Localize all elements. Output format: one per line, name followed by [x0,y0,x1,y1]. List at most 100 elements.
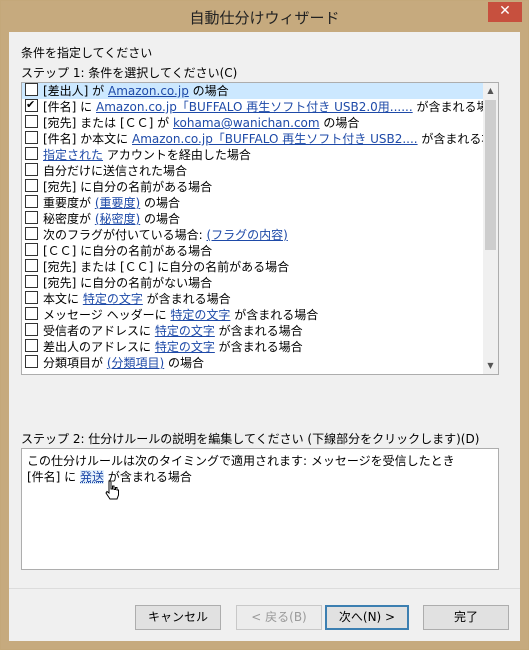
condition-text: [件名] か本文に [43,132,132,146]
condition-link[interactable]: 特定の文字 [170,308,230,322]
condition-item[interactable]: 指定された アカウントを経由した場合 [22,147,483,163]
condition-text: [ＣＣ] に自分の名前がある場合 [43,244,213,258]
description-line-1: この仕分けルールは次のタイミングで適用されます: メッセージを受信したとき [27,454,455,468]
condition-checkbox[interactable] [25,259,38,272]
condition-text: アカウントを経由した場合 [103,148,251,162]
condition-text: [件名] に [43,100,96,114]
condition-checkbox[interactable] [25,307,38,320]
condition-checkbox[interactable] [25,227,38,240]
close-button[interactable]: ✕ [488,2,522,22]
condition-item[interactable]: 分類項目が (分類項目) の場合 [22,355,483,371]
condition-link[interactable]: (分類項目) [107,356,164,370]
conditions-scrollbar[interactable]: ▲ ▼ [483,83,498,374]
condition-item[interactable]: 差出人のアドレスに 特定の文字 が含まれる場合 [22,339,483,355]
condition-link[interactable]: (重要度) [95,196,140,210]
back-button[interactable]: < 戻る(B) [236,605,322,630]
condition-text: 受信者のアドレスに [43,324,155,338]
hand-cursor-icon [105,480,119,500]
scroll-up-icon[interactable]: ▲ [483,83,498,99]
condition-text: が含まれる場合 [214,340,303,354]
condition-text: 差出人のアドレスに [43,340,155,354]
condition-text: が含まれる場合 [142,292,231,306]
condition-checkbox[interactable] [25,97,38,113]
condition-item[interactable]: [宛先] に自分の名前がない場合 [22,275,483,291]
condition-checkbox[interactable] [25,291,38,304]
step1-label: ステップ 1: 条件を選択してください(C) [21,66,238,80]
condition-checkbox[interactable] [25,195,38,208]
scroll-thumb[interactable] [485,100,496,250]
condition-item[interactable]: [宛先] または [ＣＣ] に自分の名前がある場合 [22,259,483,275]
condition-text: [宛先] に自分の名前がある場合 [43,180,213,194]
condition-item[interactable]: 重要度が (重要度) の場合 [22,195,483,211]
condition-item[interactable]: 自分だけに送信された場合 [22,163,483,179]
condition-item[interactable]: 本文に 特定の文字 が含まれる場合 [22,291,483,307]
condition-text: 重要度が [43,196,95,210]
condition-checkbox[interactable] [25,163,38,176]
condition-item[interactable]: メッセージ ヘッダーに 特定の文字 が含まれる場合 [22,307,483,323]
condition-item[interactable]: [ＣＣ] に自分の名前がある場合 [22,243,483,259]
condition-text: 分類項目が [43,356,107,370]
condition-text: [宛先] に自分の名前がない場合 [43,276,213,290]
condition-text: の場合 [140,212,181,226]
condition-checkbox[interactable] [25,147,38,160]
condition-item[interactable]: [件名] か本文に Amazon.co.jp「BUFFALO 再生ソフト付き U… [22,131,498,147]
condition-checkbox[interactable] [25,83,38,96]
condition-checkbox[interactable] [25,275,38,288]
condition-text: の場合 [140,196,181,210]
condition-text: メッセージ ヘッダーに [43,308,171,322]
condition-text: が含まれる場合 [214,324,303,338]
condition-checkbox[interactable] [25,211,38,224]
condition-link[interactable]: Amazon.co.jp「BUFFALO 再生ソフト付き USB2.0用....… [96,100,413,114]
wizard-window: 自動仕分けウィザード ✕ 条件を指定してください ステップ 1: 条件を選択して… [0,0,529,650]
condition-item[interactable]: [件名] に Amazon.co.jp「BUFFALO 再生ソフト付き USB2… [22,97,498,115]
title-bar: 自動仕分けウィザード ✕ [1,1,528,31]
step2-label: ステップ 2: 仕分けルールの説明を編集してください (下線部分をクリックします… [21,432,480,446]
close-icon: ✕ [499,3,511,19]
condition-text: の場合 [319,116,360,130]
dialog-body: 条件を指定してください ステップ 1: 条件を選択してください(C) [差出人]… [9,32,520,641]
condition-checkbox[interactable] [25,243,38,256]
condition-link[interactable]: Amazon.co.jp「BUFFALO 再生ソフト付き USB2.... [132,132,418,146]
finish-button[interactable]: 完了 [423,605,509,630]
condition-checkbox[interactable] [25,179,38,192]
condition-text: 自分だけに送信された場合 [43,164,188,178]
condition-text: の場合 [188,84,229,98]
footer-separator [9,588,520,589]
condition-checkbox[interactable] [25,355,38,368]
condition-checkbox[interactable] [25,115,38,128]
condition-item[interactable]: [差出人] が Amazon.co.jp の場合 [22,83,483,99]
window-title: 自動仕分けウィザード [189,9,340,27]
condition-item[interactable]: 受信者のアドレスに 特定の文字 が含まれる場合 [22,323,483,339]
keyword-link[interactable]: 発送 [80,470,105,484]
condition-item[interactable]: 秘密度が (秘密度) の場合 [22,211,483,227]
condition-item[interactable]: 次のフラグが付いている場合: (フラグの内容) [22,227,483,243]
conditions-list[interactable]: [差出人] が Amazon.co.jp の場合[件名] に Amazon.co… [21,82,499,375]
condition-text: [宛先] または [ＣＣ] に自分の名前がある場合 [43,260,290,274]
condition-text: [宛先] または [ＣＣ] が [43,116,173,130]
condition-text: の場合 [164,356,205,370]
step-header: 条件を指定してください [21,46,153,60]
condition-item[interactable]: [宛先] に自分の名前がある場合 [22,179,483,195]
condition-link[interactable]: (フラグの内容) [207,228,288,242]
cancel-button[interactable]: キャンセル [135,605,221,630]
scroll-down-icon[interactable]: ▼ [483,358,498,374]
condition-link[interactable]: 特定の文字 [155,340,215,354]
condition-checkbox[interactable] [25,131,38,144]
condition-text: 本文に [43,292,83,306]
condition-checkbox[interactable] [25,323,38,336]
condition-link[interactable]: (秘密度) [95,212,140,226]
condition-text: 次のフラグが付いている場合: [43,228,207,242]
condition-link[interactable]: Amazon.co.jp [108,84,189,98]
condition-checkbox[interactable] [25,339,38,352]
description-prefix: [件名] に [27,470,80,484]
condition-link[interactable]: 特定の文字 [155,324,215,338]
condition-link[interactable]: 特定の文字 [83,292,143,306]
condition-text: が含まれる場合 [230,308,319,322]
condition-link[interactable]: 指定された [43,148,103,162]
condition-text: [差出人] が [43,84,108,98]
condition-link[interactable]: kohama@wanichan.com [173,116,320,130]
condition-text: 秘密度が [43,212,95,226]
next-button[interactable]: 次へ(N) > [325,605,409,630]
condition-item[interactable]: [宛先] または [ＣＣ] が kohama@wanichan.com の場合 [22,115,483,131]
rule-description-box: この仕分けルールは次のタイミングで適用されます: メッセージを受信したとき [件… [21,448,499,570]
